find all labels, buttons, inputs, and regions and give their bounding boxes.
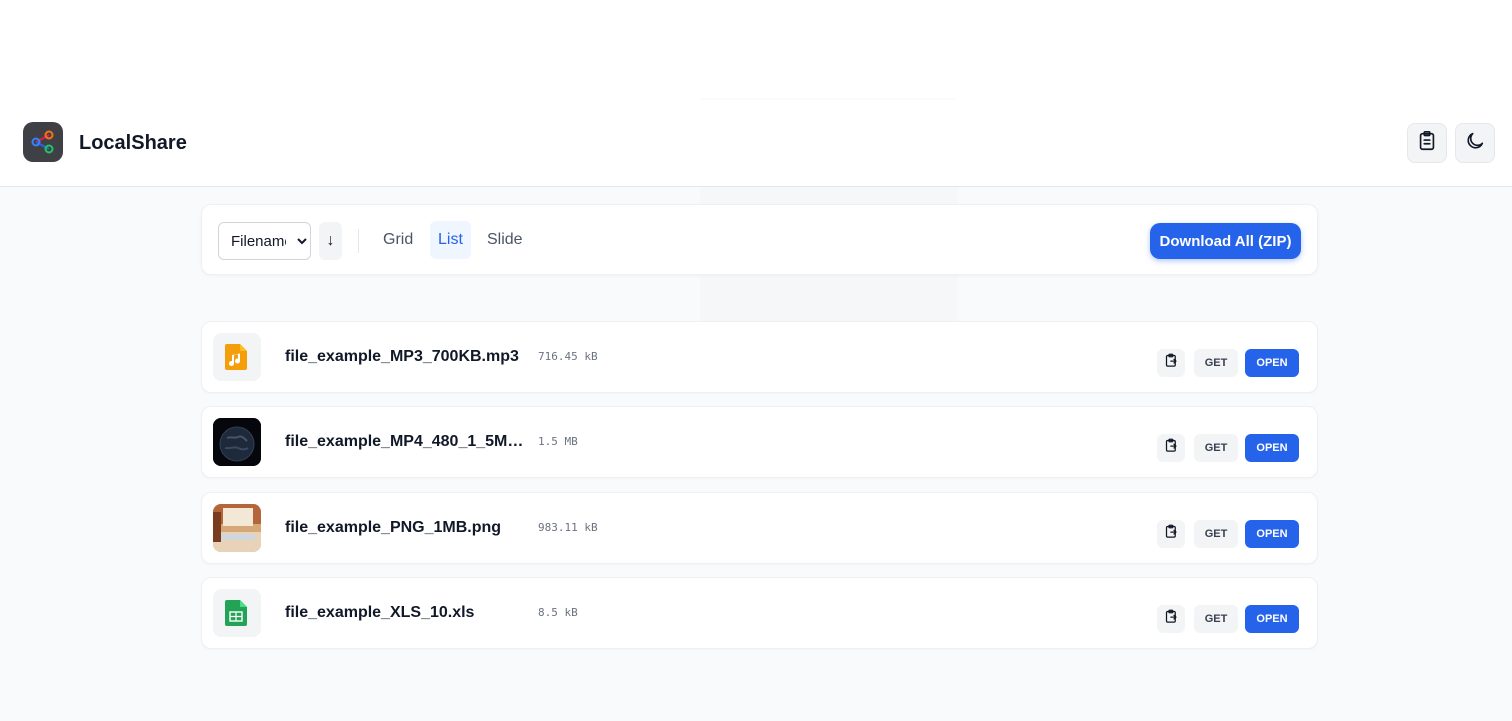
clipboard-copy-icon xyxy=(1164,353,1179,373)
app-header: LocalShare xyxy=(0,100,1512,187)
file-size: 1.5 MB xyxy=(538,435,578,448)
clipboard-copy-icon xyxy=(1164,438,1179,458)
download-all-button[interactable]: Download All (ZIP) xyxy=(1150,223,1301,259)
clipboard-icon xyxy=(1416,130,1438,157)
file-row[interactable]: file_example_XLS_10.xls 8.5 kB GET OPEN xyxy=(201,577,1318,649)
top-blank-area xyxy=(0,0,1512,100)
copy-link-button[interactable] xyxy=(1157,349,1185,377)
file-size: 716.45 kB xyxy=(538,350,598,363)
moon-icon xyxy=(1464,130,1486,157)
file-size: 983.11 kB xyxy=(538,521,598,534)
get-button[interactable]: GET xyxy=(1194,434,1238,462)
open-button[interactable]: OPEN xyxy=(1245,605,1299,633)
theme-toggle-button[interactable] xyxy=(1455,123,1495,163)
spreadsheet-file-icon xyxy=(213,589,261,637)
file-toolbar: Filename ↓ Grid List Slide Download All … xyxy=(201,204,1318,275)
clipboard-copy-icon xyxy=(1164,609,1179,629)
video-thumbnail xyxy=(213,418,261,466)
view-grid-button[interactable]: Grid xyxy=(375,221,421,259)
copy-link-button[interactable] xyxy=(1157,605,1185,633)
file-name[interactable]: file_example_MP3_700KB.mp3 xyxy=(285,348,533,366)
copy-link-button[interactable] xyxy=(1157,520,1185,548)
clipboard-button[interactable] xyxy=(1407,123,1447,163)
open-button[interactable]: OPEN xyxy=(1245,349,1299,377)
sort-direction-button[interactable]: ↓ xyxy=(319,222,342,260)
clipboard-copy-icon xyxy=(1164,524,1179,544)
music-file-icon xyxy=(213,333,261,381)
app-title: LocalShare xyxy=(79,132,187,154)
file-name[interactable]: file_example_PNG_1MB.png xyxy=(285,519,533,537)
share-logo-icon xyxy=(23,122,63,162)
toolbar-divider xyxy=(358,229,359,253)
file-name[interactable]: file_example_XLS_10.xls xyxy=(285,604,533,622)
file-size: 8.5 kB xyxy=(538,606,578,619)
open-button[interactable]: OPEN xyxy=(1245,434,1299,462)
view-slide-button[interactable]: Slide xyxy=(479,221,531,259)
file-name[interactable]: file_example_MP4_480_1_5MG.mp4 xyxy=(285,433,533,451)
get-button[interactable]: GET xyxy=(1194,520,1238,548)
file-row[interactable]: file_example_PNG_1MB.png 983.11 kB GET O… xyxy=(201,492,1318,564)
get-button[interactable]: GET xyxy=(1194,349,1238,377)
view-list-button[interactable]: List xyxy=(430,221,471,259)
image-thumbnail xyxy=(213,504,261,552)
file-row[interactable]: file_example_MP3_700KB.mp3 716.45 kB GET… xyxy=(201,321,1318,393)
open-button[interactable]: OPEN xyxy=(1245,520,1299,548)
copy-link-button[interactable] xyxy=(1157,434,1185,462)
file-row[interactable]: file_example_MP4_480_1_5MG.mp4 1.5 MB GE… xyxy=(201,406,1318,478)
sort-select[interactable]: Filename xyxy=(218,222,311,260)
get-button[interactable]: GET xyxy=(1194,605,1238,633)
